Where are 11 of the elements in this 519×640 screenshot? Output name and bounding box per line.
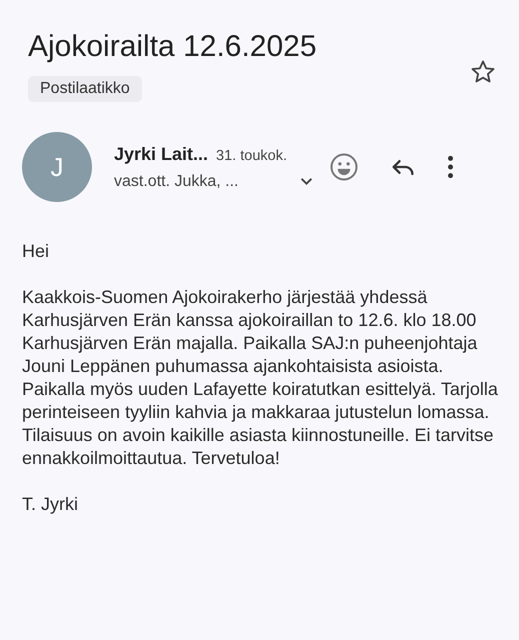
emoji-icon[interactable]: [329, 152, 359, 182]
sender-name: Jyrki Lait...: [114, 144, 208, 164]
email-subject: Ajokoirailta 12.6.2025: [28, 30, 317, 64]
email-date: 31. toukok.: [216, 148, 287, 164]
more-options-icon[interactable]: [447, 154, 454, 180]
recipients-text: vast.ott. Jukka, ...: [114, 172, 240, 190]
body-paragraph: Hei: [22, 240, 50, 263]
label-chip[interactable]: Postilaatikko: [28, 76, 142, 102]
body-paragraph: Kaakkois-Suomen Ajokoirakerho järjestää yhdessä Karhusjärven Erän kanssa ajokoiraillan to 12.6. klo 18.00 Karhusjärven Erän majalla. Paikalla SAJ:n puheenjohtaja Jouni Leppänen puhumassa ajankohtaisista asioista. Paikalla myös uuden Lafayette koiratutkan esittelyä. Tarjolla perinteiseen tyyliin kahvia ja makkaraa jutustelun lomassa. Tilaisuus on avoin kaikille asiasta kiinnostuneille. Ei tarvitse ennakkoilmoittautua. Tervetuloa!: [22, 286, 499, 470]
body-paragraph: T. Jyrki: [22, 493, 79, 516]
chevron-down-icon[interactable]: [300, 177, 313, 186]
